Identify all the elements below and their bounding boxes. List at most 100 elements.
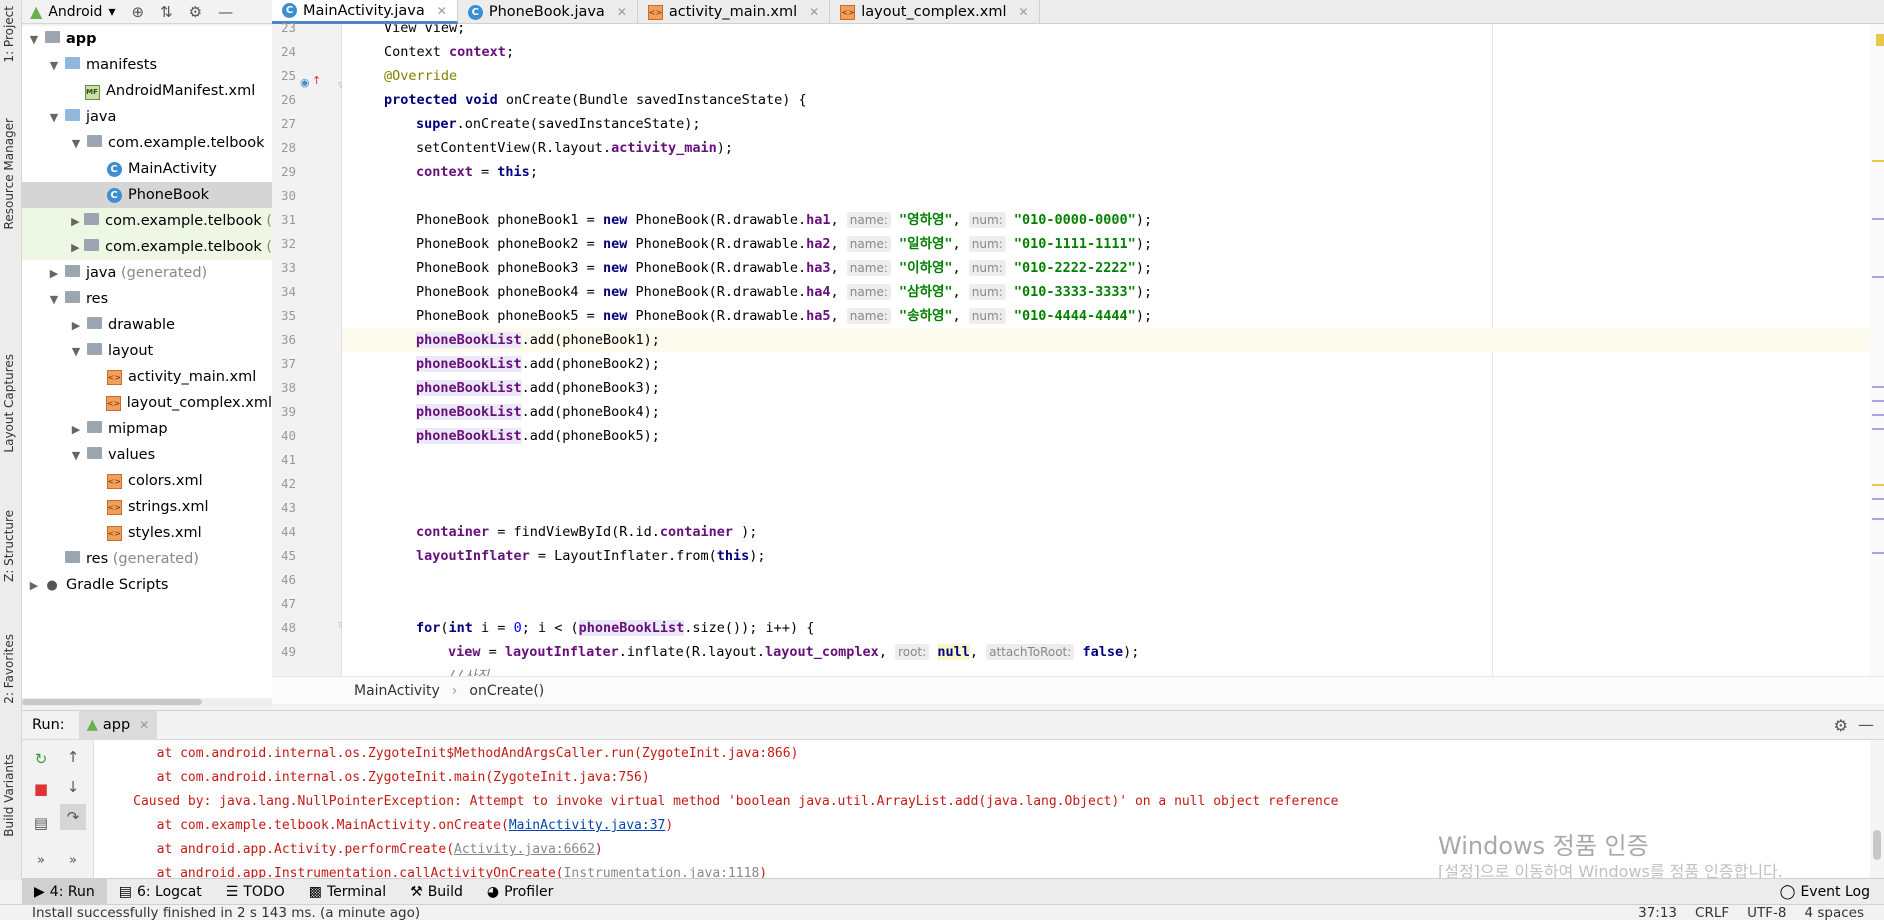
code-editor[interactable]: View view; Context context; @Override pr… bbox=[342, 24, 1870, 676]
close-icon[interactable]: ✕ bbox=[617, 5, 627, 19]
expanded-arrow-icon[interactable]: ▼ bbox=[46, 293, 62, 306]
expanded-arrow-icon[interactable]: ▼ bbox=[46, 111, 62, 124]
rerun-icon[interactable]: ↻ bbox=[28, 746, 54, 772]
tree-item-app[interactable]: ▼ app bbox=[22, 26, 272, 52]
tree-item-mipmap[interactable]: ▶ mipmap bbox=[22, 416, 272, 442]
collapsed-arrow-icon[interactable]: ▶ bbox=[68, 423, 84, 436]
run-tool-button[interactable]: ▶ 4: Run bbox=[22, 878, 107, 905]
tree-item-androidmanifest[interactable]: MF AndroidManifest.xml bbox=[22, 78, 272, 104]
expanded-arrow-icon[interactable]: ▼ bbox=[26, 33, 42, 46]
tab-mainactivity-java[interactable]: C MainActivity.java ✕ bbox=[272, 0, 458, 24]
tree-item-package[interactable]: ▼ com.example.telbook bbox=[22, 130, 272, 156]
chevron-down-icon[interactable]: ▾ bbox=[108, 4, 115, 20]
collapsed-arrow-icon[interactable]: ▶ bbox=[46, 267, 62, 280]
tree-item-res-generated[interactable]: res (generated) bbox=[22, 546, 272, 572]
tree-item-mainactivity[interactable]: C MainActivity bbox=[22, 156, 272, 182]
tree-item-colors-xml[interactable]: <> colors.xml bbox=[22, 468, 272, 494]
stacktrace-link[interactable]: MainActivity.java:37 bbox=[509, 818, 666, 833]
line-separator[interactable]: CRLF bbox=[1695, 905, 1729, 920]
tree-item-package-test[interactable]: ▶ com.example.telbook ( bbox=[22, 234, 272, 260]
close-icon[interactable]: ✕ bbox=[1019, 5, 1029, 19]
project-tool-button[interactable]: 1: Project bbox=[2, 6, 20, 63]
indent-setting[interactable]: 4 spaces bbox=[1804, 905, 1864, 920]
collapsed-arrow-icon[interactable]: ▶ bbox=[26, 579, 42, 592]
expanded-arrow-icon[interactable]: ▼ bbox=[68, 449, 84, 462]
tree-item-phonebook[interactable]: C PhoneBook bbox=[22, 182, 272, 208]
expanded-arrow-icon[interactable]: ▼ bbox=[68, 137, 84, 150]
tree-item-java[interactable]: ▼ java bbox=[22, 104, 272, 130]
collapse-all-icon[interactable]: ⇅ bbox=[160, 3, 173, 21]
stacktrace-link[interactable]: Instrumentation.java:1118 bbox=[564, 866, 760, 878]
favorites-tool-button[interactable]: 2: Favorites bbox=[2, 634, 20, 704]
gear-icon[interactable]: ⚙ bbox=[189, 3, 202, 21]
collapsed-arrow-icon[interactable]: ▶ bbox=[68, 319, 84, 332]
close-icon[interactable]: ✕ bbox=[437, 4, 447, 18]
code-line-31: PhoneBook phoneBook1 = new PhoneBook(R.d… bbox=[416, 212, 1153, 228]
collapsed-arrow-icon[interactable]: ▶ bbox=[68, 241, 83, 254]
file-encoding[interactable]: UTF-8 bbox=[1747, 905, 1786, 920]
caret-position[interactable]: 37:13 bbox=[1638, 905, 1677, 920]
close-icon[interactable]: ✕ bbox=[809, 5, 819, 19]
tab-activity-main-xml[interactable]: <> activity_main.xml ✕ bbox=[638, 0, 831, 24]
line-number: 43 bbox=[280, 500, 296, 515]
stacktrace-link[interactable]: Activity.java:6662 bbox=[454, 842, 595, 857]
minimize-icon[interactable]: — bbox=[218, 3, 233, 21]
console-scrollbar[interactable] bbox=[1870, 740, 1884, 878]
expanded-arrow-icon[interactable]: ▼ bbox=[68, 345, 84, 358]
override-marker-icon[interactable]: ◉ bbox=[300, 76, 310, 89]
status-message[interactable]: Install successfully finished in 2 s 143… bbox=[32, 905, 420, 920]
layout-captures-tool-button[interactable]: Layout Captures bbox=[2, 354, 20, 453]
tree-item-styles-xml[interactable]: <> styles.xml bbox=[22, 520, 272, 546]
tree-item-package-androidtest[interactable]: ▶ com.example.telbook ( bbox=[22, 208, 272, 234]
terminal-tool-button[interactable]: ▩ Terminal bbox=[297, 879, 398, 905]
tree-horizontal-scrollbar[interactable] bbox=[22, 698, 272, 706]
tree-item-gradle-scripts[interactable]: ▶ ● Gradle Scripts bbox=[22, 572, 272, 598]
breadcrumb-method[interactable]: onCreate() bbox=[469, 683, 544, 699]
profiler-tool-button[interactable]: ◕ Profiler bbox=[475, 879, 566, 905]
tree-item-java-generated[interactable]: ▶ java (generated) bbox=[22, 260, 272, 286]
up-arrow-icon[interactable]: ↑ bbox=[312, 74, 321, 87]
down-arrow-icon[interactable]: ↓ bbox=[60, 774, 86, 800]
resource-manager-tool-button[interactable]: Resource Manager bbox=[2, 118, 20, 229]
soft-wrap-icon[interactable]: ↷ bbox=[60, 804, 86, 830]
more-icon[interactable]: » bbox=[60, 848, 86, 874]
breadcrumb-class[interactable]: MainActivity bbox=[354, 683, 440, 699]
more-icon[interactable]: » bbox=[28, 848, 54, 874]
manifest-icon: MF bbox=[82, 83, 102, 100]
minimize-icon[interactable]: — bbox=[1858, 715, 1874, 734]
locate-icon[interactable]: ⊕ bbox=[131, 3, 144, 21]
close-icon[interactable]: ✕ bbox=[139, 718, 149, 732]
stop-icon[interactable]: ■ bbox=[28, 776, 54, 802]
collapsed-arrow-icon[interactable]: ▶ bbox=[68, 215, 83, 228]
editor-error-stripe[interactable] bbox=[1870, 24, 1884, 676]
tree-item-layout[interactable]: ▼ layout bbox=[22, 338, 272, 364]
event-log-button[interactable]: ◯ Event Log bbox=[1780, 879, 1870, 905]
windows-activation-title: Windows 정품 인증 bbox=[1438, 832, 1649, 860]
gear-icon[interactable]: ⚙ bbox=[1834, 716, 1848, 735]
run-config-tab[interactable]: ▲ app ✕ bbox=[78, 710, 158, 740]
up-arrow-icon[interactable]: ↑ bbox=[60, 744, 86, 770]
todo-tool-button[interactable]: ☰ TODO bbox=[214, 879, 297, 905]
class-icon: C bbox=[104, 187, 124, 203]
tree-item-activity-main-xml[interactable]: <> activity_main.xml bbox=[22, 364, 272, 390]
tree-item-values[interactable]: ▼ values bbox=[22, 442, 272, 468]
line-number: 36 bbox=[280, 332, 296, 347]
tree-item-drawable[interactable]: ▶ drawable bbox=[22, 312, 272, 338]
param-hint: attachToRoot: bbox=[986, 644, 1075, 660]
tree-item-manifests[interactable]: ▼ manifests bbox=[22, 52, 272, 78]
build-variants-tool-button[interactable]: Build Variants bbox=[2, 754, 20, 837]
logcat-tool-button[interactable]: ▤ 6: Logcat bbox=[107, 879, 214, 905]
line-number: 35 bbox=[280, 308, 296, 323]
code-line-35: PhoneBook phoneBook5 = new PhoneBook(R.d… bbox=[416, 308, 1153, 324]
editor-gutter[interactable]: 23 24 25 26 27 28 29 30 31 32 33 34 35 36 37 38 39 40 41 42… bbox=[272, 20, 344, 676]
tree-item-layout-complex-xml[interactable]: <> layout_complex.xml bbox=[22, 390, 272, 416]
tree-item-strings-xml[interactable]: <> strings.xml bbox=[22, 494, 272, 520]
layout-icon[interactable]: ▤ bbox=[28, 810, 54, 836]
tab-phonebook-java[interactable]: C PhoneBook.java ✕ bbox=[458, 0, 638, 24]
structure-tool-button[interactable]: Z: Structure bbox=[2, 510, 20, 582]
build-tool-button[interactable]: ⚒ Build bbox=[398, 879, 475, 905]
tab-layout-complex-xml[interactable]: <> layout_complex.xml ✕ bbox=[830, 0, 1040, 24]
tree-item-res[interactable]: ▼ res bbox=[22, 286, 272, 312]
expanded-arrow-icon[interactable]: ▼ bbox=[46, 59, 62, 72]
project-view-selector[interactable]: Android bbox=[48, 4, 102, 20]
